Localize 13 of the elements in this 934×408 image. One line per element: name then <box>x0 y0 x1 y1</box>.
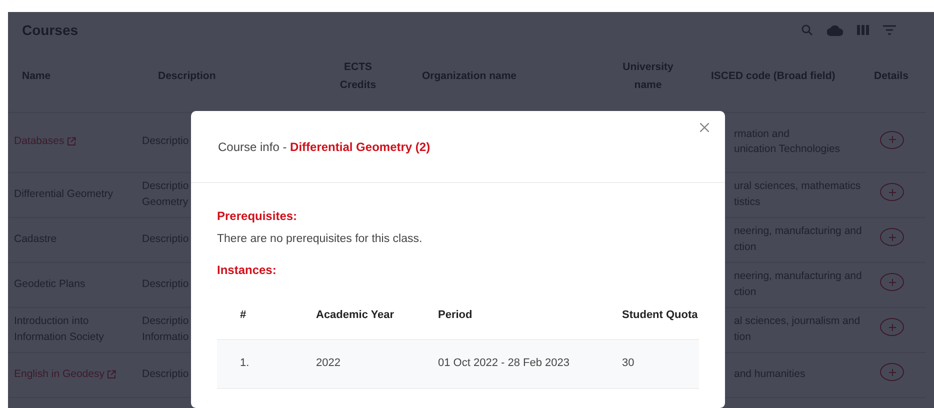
dialog-title: Course info - Differential Geometry (2) <box>218 138 430 156</box>
column-header: Academic Year <box>316 308 394 321</box>
section-text: There are no prerequisites for this class. <box>217 232 424 248</box>
table-cell-text: 2022 <box>316 357 340 370</box>
table-cell-text: 01 Oct 2022 - 28 Feb 2023 <box>438 357 570 370</box>
table-cell-text: 1. <box>240 357 250 370</box>
column-header: Period <box>438 308 472 321</box>
section-heading: Instances: <box>217 262 278 278</box>
table-cell-text: 30 <box>622 357 634 370</box>
section-heading: Prerequisites: <box>217 209 298 224</box>
column-header: # <box>240 308 246 321</box>
column-header: Student Quota <box>622 308 698 321</box>
close-button[interactable] <box>698 123 711 132</box>
